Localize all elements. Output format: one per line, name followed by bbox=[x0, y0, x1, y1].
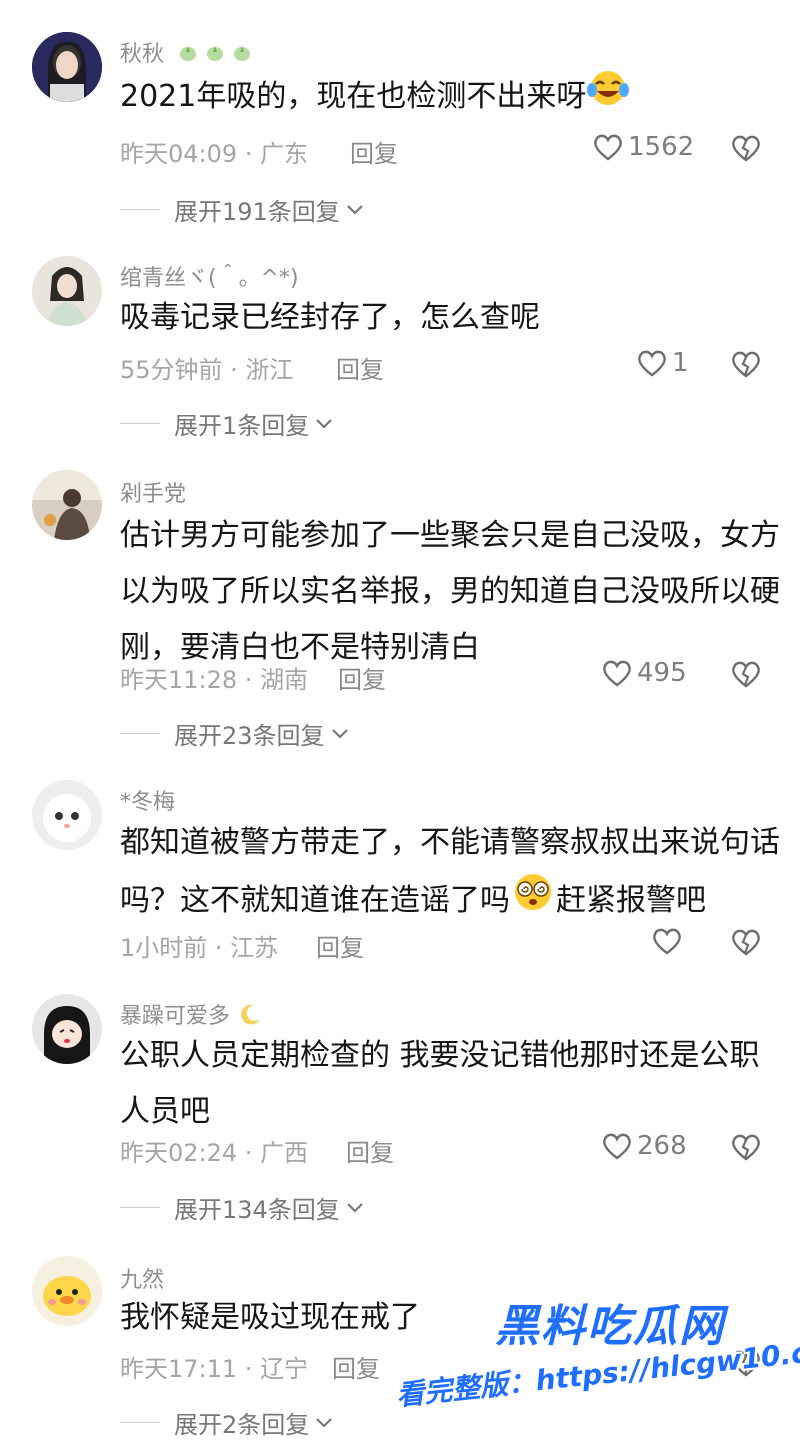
heart-icon bbox=[603, 660, 631, 687]
username[interactable]: *冬梅 bbox=[120, 784, 175, 816]
dislike-button[interactable] bbox=[729, 349, 763, 383]
expand-label: 展开2条回复 bbox=[174, 1411, 310, 1439]
chevron-down-icon bbox=[331, 728, 348, 739]
reply-button[interactable]: 回复 bbox=[336, 350, 384, 385]
like-button[interactable]: 495 bbox=[601, 658, 687, 688]
avatar[interactable] bbox=[32, 780, 102, 850]
heart-icon bbox=[603, 1133, 631, 1160]
comment-meta: 昨天11:28 · 湖南 bbox=[120, 666, 309, 694]
comment-meta: 55分钟前 · 浙江 bbox=[120, 356, 294, 384]
broken-heart-icon bbox=[732, 1134, 760, 1161]
broken-heart-icon bbox=[732, 929, 760, 956]
dislike-button[interactable] bbox=[729, 659, 763, 693]
broken-heart-icon bbox=[732, 351, 760, 378]
like-count: 1 bbox=[672, 348, 689, 378]
divider-line bbox=[120, 1207, 160, 1208]
username[interactable]: 秋秋 bbox=[120, 36, 255, 69]
like-button[interactable] bbox=[651, 926, 687, 956]
expand-replies[interactable]: 展开191条回复 bbox=[120, 192, 364, 227]
comment-text: 都知道被警方带走了，不能请警察叔叔出来说句话 吗？这不就知道谁在造谣了吗 赶紧报… bbox=[120, 815, 780, 932]
leaf-icon bbox=[177, 41, 255, 69]
chevron-down-icon bbox=[347, 1202, 363, 1213]
crying-laughing-emoji-icon bbox=[586, 68, 630, 127]
reply-button[interactable]: 回复 bbox=[350, 134, 398, 169]
like-count: 268 bbox=[637, 1131, 687, 1161]
broken-heart-icon bbox=[732, 135, 760, 162]
comment-text: 吸毒记录已经封存了，怎么查呢 bbox=[120, 300, 540, 335]
divider-line bbox=[120, 733, 160, 734]
expand-replies[interactable]: 展开134条回复 bbox=[120, 1190, 364, 1225]
comment-meta: 1小时前 · 江苏 bbox=[120, 934, 279, 962]
dislike-button[interactable] bbox=[729, 133, 763, 167]
comment-text: 公职人员定期检查的 我要没记错他那时还是公职 人员吧 bbox=[120, 1038, 760, 1129]
comment-text: 估计男方可能参加了一些聚会只是自己没吸，女方 以为吸了所以实名举报，男的知道自己… bbox=[120, 518, 780, 665]
username[interactable]: 暴躁可爱多 bbox=[120, 998, 263, 1032]
reply-button[interactable]: 回复 bbox=[332, 1349, 380, 1384]
like-button[interactable]: 268 bbox=[601, 1131, 687, 1161]
chevron-down-icon bbox=[347, 204, 363, 215]
avatar[interactable] bbox=[32, 994, 102, 1064]
divider-line bbox=[120, 423, 160, 424]
avatar[interactable] bbox=[32, 256, 102, 326]
broken-heart-icon bbox=[732, 661, 760, 688]
chevron-down-icon bbox=[316, 418, 333, 429]
dizzy-face-emoji-icon bbox=[510, 871, 556, 932]
expand-label: 展开1条回复 bbox=[174, 412, 310, 440]
expand-label: 展开23条回复 bbox=[174, 722, 325, 750]
chevron-down-icon bbox=[316, 1417, 333, 1428]
like-count: 1562 bbox=[628, 132, 695, 162]
comment-meta: 昨天17:11 · 辽宁 bbox=[120, 1355, 309, 1383]
dislike-button[interactable] bbox=[729, 1132, 763, 1166]
divider-line bbox=[120, 1422, 160, 1423]
comment-text: 2021年吸的，现在也检测不出来呀 bbox=[120, 68, 780, 127]
avatar[interactable] bbox=[32, 1256, 102, 1326]
heart-icon bbox=[594, 134, 622, 161]
divider-line bbox=[120, 209, 160, 210]
expand-replies[interactable]: 展开23条回复 bbox=[120, 716, 349, 751]
watermark: 黑料吃瓜网 看完整版：https://hlcgw10.com bbox=[395, 1290, 800, 1430]
dislike-button[interactable] bbox=[729, 927, 763, 961]
heart-icon bbox=[653, 928, 681, 955]
reply-button[interactable]: 回复 bbox=[338, 660, 386, 695]
expand-label: 展开134条回复 bbox=[174, 1196, 340, 1224]
expand-replies[interactable]: 展开1条回复 bbox=[120, 406, 333, 441]
username[interactable]: 绾青丝ヾ(＾。^*) bbox=[120, 260, 299, 292]
reply-button[interactable]: 回复 bbox=[346, 1133, 394, 1168]
like-button[interactable]: 1562 bbox=[592, 132, 694, 162]
like-button[interactable]: 1 bbox=[636, 348, 689, 378]
heart-icon bbox=[638, 350, 666, 377]
expand-label: 展开191条回复 bbox=[174, 198, 340, 226]
username[interactable]: 剁手党 bbox=[120, 476, 186, 508]
expand-replies[interactable]: 展开2条回复 bbox=[120, 1405, 333, 1440]
avatar[interactable] bbox=[32, 470, 102, 540]
avatar[interactable] bbox=[32, 32, 102, 102]
reply-button[interactable]: 回复 bbox=[316, 928, 364, 963]
comment-meta: 昨天02:24 · 广西 bbox=[120, 1139, 309, 1167]
like-count: 495 bbox=[637, 658, 687, 688]
comment-meta: 昨天04:09 · 广东 bbox=[120, 140, 309, 168]
